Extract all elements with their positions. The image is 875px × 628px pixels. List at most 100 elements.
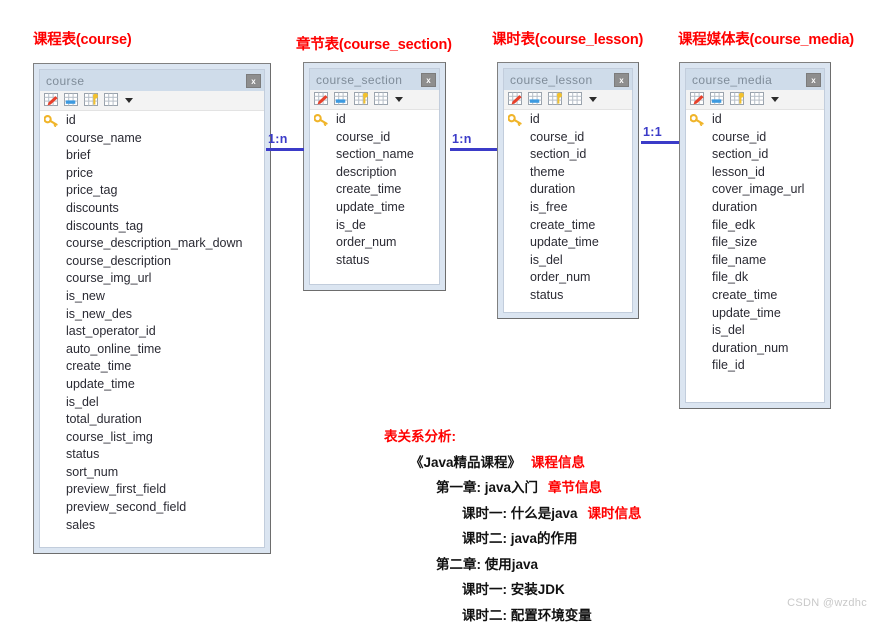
field-row[interactable]: duration xyxy=(686,199,824,217)
field-row[interactable]: file_size xyxy=(686,234,824,252)
field-row[interactable]: discounts xyxy=(40,200,264,218)
chevron-down-icon[interactable] xyxy=(125,98,133,103)
table-titlebar-course_lesson[interactable]: course_lessonx xyxy=(504,69,632,90)
field-row[interactable]: create_time xyxy=(310,181,439,199)
field-row-primary-key[interactable]: id xyxy=(40,112,264,130)
field-row[interactable]: file_name xyxy=(686,252,824,270)
field-row[interactable]: is_del xyxy=(686,322,824,340)
field-row[interactable]: update_time xyxy=(310,199,439,217)
field-row[interactable]: preview_second_field xyxy=(40,499,264,517)
chevron-down-icon[interactable] xyxy=(771,97,779,102)
close-icon[interactable]: x xyxy=(421,73,436,87)
table-row-icon[interactable] xyxy=(528,92,544,107)
table-row-icon[interactable] xyxy=(710,92,726,107)
field-row[interactable]: duration_num xyxy=(686,340,824,358)
field-row-primary-key[interactable]: id xyxy=(504,111,632,129)
table-titlebar-course_media[interactable]: course_mediax xyxy=(686,69,824,90)
field-row[interactable]: order_num xyxy=(310,234,439,252)
table-row-icon[interactable] xyxy=(334,92,350,107)
field-row[interactable]: auto_online_time xyxy=(40,341,264,359)
field-row[interactable]: sort_num xyxy=(40,464,264,482)
field-name: update_time xyxy=(66,377,135,391)
table-caption-course_lesson: 课时表(course_lesson) xyxy=(492,28,643,49)
field-row[interactable]: total_duration xyxy=(40,411,264,429)
field-row-primary-key[interactable]: id xyxy=(310,111,439,129)
field-row[interactable]: status xyxy=(310,252,439,270)
entity-table-course_lesson[interactable]: course_lessonxidcourse_idsection_idtheme… xyxy=(497,62,639,319)
field-row[interactable]: is_del xyxy=(504,252,632,270)
field-name: order_num xyxy=(530,270,590,284)
edit-table-icon[interactable] xyxy=(690,92,706,107)
relationship-course_section-course_lesson: 1:n xyxy=(450,133,497,153)
field-name: is_del xyxy=(530,253,563,267)
close-icon[interactable]: x xyxy=(614,73,629,87)
field-row[interactable]: course_id xyxy=(310,129,439,147)
close-icon[interactable]: x xyxy=(806,73,821,87)
field-row[interactable]: discounts_tag xyxy=(40,218,264,236)
field-row[interactable]: course_name xyxy=(40,130,264,148)
field-row[interactable]: is_new_des xyxy=(40,306,264,324)
field-row[interactable]: section_id xyxy=(504,146,632,164)
field-row[interactable]: duration xyxy=(504,181,632,199)
field-row[interactable]: course_list_img xyxy=(40,429,264,447)
field-row[interactable]: section_id xyxy=(686,146,824,164)
primary-key-icon[interactable] xyxy=(354,92,370,107)
table-grid-icon[interactable] xyxy=(374,92,390,107)
field-row[interactable]: description xyxy=(310,164,439,182)
edit-table-icon[interactable] xyxy=(44,93,60,108)
chevron-down-icon[interactable] xyxy=(395,97,403,102)
entity-table-course_section[interactable]: course_sectionxidcourse_idsection_namede… xyxy=(303,62,446,291)
primary-key-icon[interactable] xyxy=(84,93,100,108)
field-row[interactable]: price xyxy=(40,165,264,183)
table-grid-icon[interactable] xyxy=(750,92,766,107)
field-row[interactable]: course_description xyxy=(40,253,264,271)
table-grid-icon[interactable] xyxy=(568,92,584,107)
field-row[interactable]: status xyxy=(40,446,264,464)
table-row-icon[interactable] xyxy=(64,93,80,108)
field-row[interactable]: theme xyxy=(504,164,632,182)
field-row[interactable]: course_id xyxy=(504,129,632,147)
field-row[interactable]: is_del xyxy=(40,394,264,412)
edit-table-icon[interactable] xyxy=(508,92,524,107)
field-name: course_list_img xyxy=(66,430,153,444)
field-row-primary-key[interactable]: id xyxy=(686,111,824,129)
field-row[interactable]: update_time xyxy=(40,376,264,394)
field-row[interactable]: create_time xyxy=(504,217,632,235)
field-row[interactable]: brief xyxy=(40,147,264,165)
field-row[interactable]: preview_first_field xyxy=(40,481,264,499)
field-row[interactable]: price_tag xyxy=(40,182,264,200)
field-row[interactable]: lesson_id xyxy=(686,164,824,182)
table-titlebar-course[interactable]: coursex xyxy=(40,70,264,91)
close-icon[interactable]: x xyxy=(246,74,261,88)
field-row[interactable]: file_id xyxy=(686,357,824,375)
field-row[interactable]: is_new xyxy=(40,288,264,306)
analysis-row-text: 《Java精品课程》 xyxy=(410,455,521,470)
field-row[interactable]: is_free xyxy=(504,199,632,217)
field-row[interactable]: section_name xyxy=(310,146,439,164)
primary-key-icon[interactable] xyxy=(730,92,746,107)
field-row[interactable]: course_description_mark_down xyxy=(40,235,264,253)
field-row[interactable]: last_operator_id xyxy=(40,323,264,341)
edit-table-icon[interactable] xyxy=(314,92,330,107)
field-row[interactable]: order_num xyxy=(504,269,632,287)
table-titlebar-course_section[interactable]: course_sectionx xyxy=(310,69,439,90)
field-row[interactable]: create_time xyxy=(686,287,824,305)
table-grid-icon[interactable] xyxy=(104,93,120,108)
chevron-down-icon[interactable] xyxy=(589,97,597,102)
field-row[interactable]: sales xyxy=(40,517,264,535)
field-row[interactable]: update_time xyxy=(504,234,632,252)
field-row[interactable]: status xyxy=(504,287,632,305)
primary-key-icon[interactable] xyxy=(548,92,564,107)
field-row[interactable]: is_de xyxy=(310,217,439,235)
field-row[interactable]: course_img_url xyxy=(40,270,264,288)
field-name: section_id xyxy=(712,147,768,161)
field-row[interactable]: file_dk xyxy=(686,269,824,287)
entity-table-course_media[interactable]: course_mediaxidcourse_idsection_idlesson… xyxy=(679,62,831,409)
field-row[interactable]: create_time xyxy=(40,358,264,376)
field-name: file_size xyxy=(712,235,757,249)
field-row[interactable]: file_edk xyxy=(686,217,824,235)
field-row[interactable]: cover_image_url xyxy=(686,181,824,199)
field-row[interactable]: update_time xyxy=(686,305,824,323)
field-row[interactable]: course_id xyxy=(686,129,824,147)
entity-table-course[interactable]: coursexidcourse_namebriefpriceprice_tagd… xyxy=(33,63,271,554)
